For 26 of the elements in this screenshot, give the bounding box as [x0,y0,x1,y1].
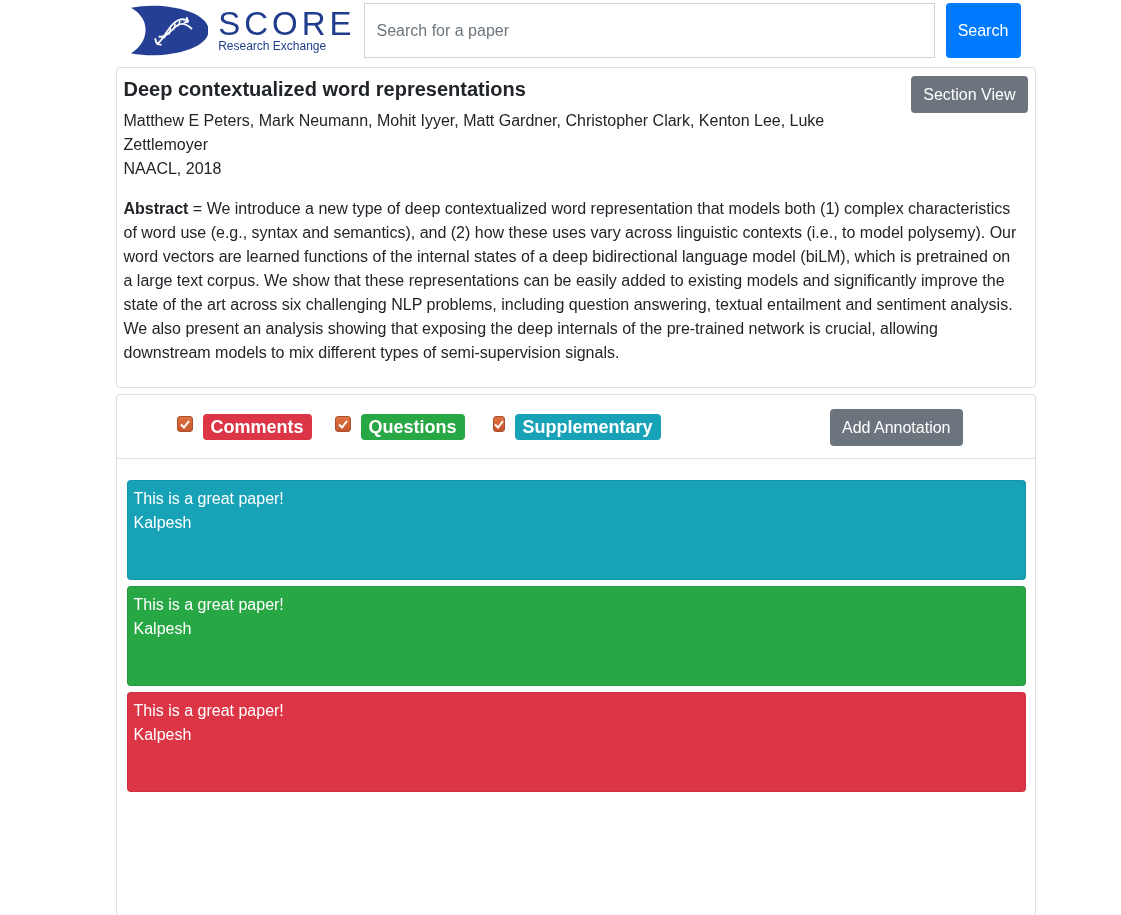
annotation-text: This is a great paper! [133,701,285,721]
filter-label: Questions [360,413,465,440]
logo-subtitle: Research Exchange [218,38,328,53]
checkbox[interactable] [176,416,193,432]
logo-title: SCORE [218,8,356,39]
annotation-text: This is a great paper! [133,595,285,615]
checkbox[interactable] [492,416,505,432]
checkbox[interactable] [334,416,351,432]
logo-icon [130,3,209,58]
section-view-button[interactable]: Section View [911,76,1028,113]
annotation-author: Kalpesh [133,619,193,639]
annotation-author: Kalpesh [133,725,193,745]
add-annotation-button[interactable]: Add Annotation [829,409,963,446]
paper-venue: NAACL, 2018 [123,159,223,179]
paper-title: Deep contextualized word representations [123,77,527,101]
filter-label: Comments [202,413,312,440]
search-field[interactable]: Search for a paper [363,3,935,58]
tick-icon [337,419,348,429]
search-button[interactable]: Search [945,3,1021,58]
tick-icon [493,419,504,429]
annotation-author: Kalpesh [133,513,193,533]
paper-authors: Matthew E Peters, Mark Neumann, Mohit Iyyer, Matt Gardner, Christopher Clark, Kenton Lee, Luke Zettlemoyer [123,111,826,155]
filter-label: Supplementary [514,413,661,440]
annotation-text: This is a great paper! [133,489,285,509]
tick-icon [179,419,190,429]
paper-abstract: Abstract = We introduce a new type of deep contextualized word representation that models both (1) complex characteristics of word use (e.g., syntax and semantics), and (2) how these uses vary across linguistic contexts (i.e., to model polysemy). Our word vectors are learned functions of the internal states of a deep bidirectional language model (biLM), which is pretrained on a large text corpus. We show that these representations can be easily added to existing models and significantly improve the state of the art across six challenging NLP problems, including question answering, textual entailment and sentiment analysis. We also present an analysis showing that exposing the deep internals of the pre-trained network is crucial, allowing downstream models to mix different types of semi-supervision signals. [123,199,1018,363]
